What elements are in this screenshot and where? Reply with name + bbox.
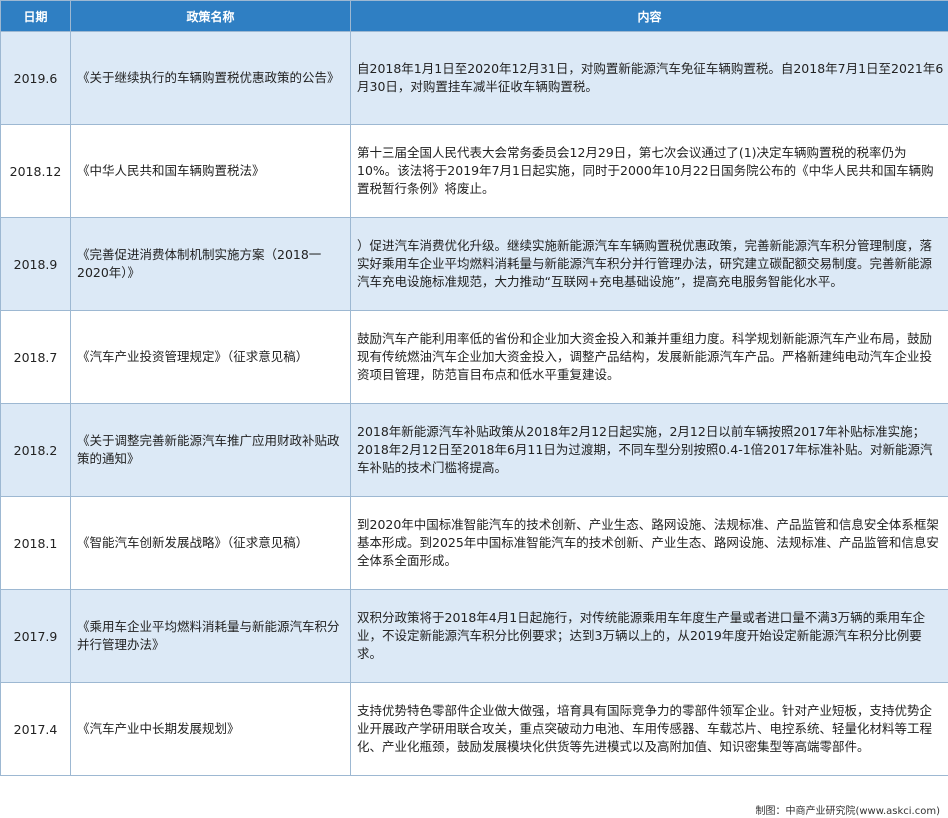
table-row: 2017.4 《汽车产业中长期发展规划》 支持优势特色零部件企业做大做强，培育具… bbox=[0, 682, 948, 776]
row-policy-name: 《关于调整完善新能源汽车推广应用财政补贴政策的通知》 bbox=[70, 403, 351, 497]
table-header-row: 日期 政策名称 内容 bbox=[0, 0, 948, 32]
row-date: 2018.1 bbox=[0, 496, 71, 590]
row-date: 2018.12 bbox=[0, 124, 71, 218]
row-policy-name: 《汽车产业投资管理规定》（征求意见稿） bbox=[70, 310, 351, 404]
source-credit: 制图：中商产业研究院(www.askci.com) bbox=[755, 806, 940, 817]
row-policy-name: 《汽车产业中长期发展规划》 bbox=[70, 682, 351, 776]
table-row: 2018.1 《智能汽车创新发展战略》（征求意见稿） 到2020年中国标准智能汽… bbox=[0, 496, 948, 590]
table-row: 2018.2 《关于调整完善新能源汽车推广应用财政补贴政策的通知》 2018年新… bbox=[0, 403, 948, 497]
row-policy-name: 《智能汽车创新发展战略》（征求意见稿） bbox=[70, 496, 351, 590]
table-row: 2018.9 《完善促进消费体制机制实施方案（2018一2020年）》 ）促进汽… bbox=[0, 217, 948, 311]
row-policy-name: 《关于继续执行的车辆购置税优惠政策的公告》 bbox=[70, 31, 351, 125]
row-content: 到2020年中国标准智能汽车的技术创新、产业生态、路网设施、法规标准、产品监管和… bbox=[350, 496, 948, 590]
header-policy-name: 政策名称 bbox=[70, 0, 351, 32]
row-content: 双积分政策将于2018年4月1日起施行，对传统能源乘用车年度生产量或者进口量不满… bbox=[350, 589, 948, 683]
table-row: 2019.6 《关于继续执行的车辆购置税优惠政策的公告》 自2018年1月1日至… bbox=[0, 31, 948, 125]
row-content: 自2018年1月1日至2020年12月31日，对购置新能源汽车免征车辆购置税。自… bbox=[350, 31, 948, 125]
header-date: 日期 bbox=[0, 0, 71, 32]
row-date: 2018.2 bbox=[0, 403, 71, 497]
row-date: 2017.4 bbox=[0, 682, 71, 776]
row-content: 2018年新能源汽车补贴政策从2018年2月12日起实施，2月12日以前车辆按照… bbox=[350, 403, 948, 497]
row-content: 鼓励汽车产能利用率低的省份和企业加大资金投入和兼并重组力度。科学规划新能源汽车产… bbox=[350, 310, 948, 404]
row-date: 2018.7 bbox=[0, 310, 71, 404]
table-row: 2017.9 《乘用车企业平均燃料消耗量与新能源汽车积分并行管理办法》 双积分政… bbox=[0, 589, 948, 683]
policy-table: 日期 政策名称 内容 2019.6 《关于继续执行的车辆购置税优惠政策的公告》 … bbox=[0, 0, 948, 776]
table-row: 2018.7 《汽车产业投资管理规定》（征求意见稿） 鼓励汽车产能利用率低的省份… bbox=[0, 310, 948, 404]
row-policy-name: 《中华人民共和国车辆购置税法》 bbox=[70, 124, 351, 218]
row-policy-name: 《完善促进消费体制机制实施方案（2018一2020年）》 bbox=[70, 217, 351, 311]
row-date: 2019.6 bbox=[0, 31, 71, 125]
header-content: 内容 bbox=[350, 0, 948, 32]
row-content: ）促进汽车消费优化升级。继续实施新能源汽车车辆购置税优惠政策，完善新能源汽车积分… bbox=[350, 217, 948, 311]
row-content: 支持优势特色零部件企业做大做强，培育具有国际竞争力的零部件领军企业。针对产业短板… bbox=[350, 682, 948, 776]
row-date: 2017.9 bbox=[0, 589, 71, 683]
row-content: 第十三届全国人民代表大会常务委员会12月29日，第七次会议通过了(1)决定车辆购… bbox=[350, 124, 948, 218]
row-policy-name: 《乘用车企业平均燃料消耗量与新能源汽车积分并行管理办法》 bbox=[70, 589, 351, 683]
row-date: 2018.9 bbox=[0, 217, 71, 311]
table-row: 2018.12 《中华人民共和国车辆购置税法》 第十三届全国人民代表大会常务委员… bbox=[0, 124, 948, 218]
